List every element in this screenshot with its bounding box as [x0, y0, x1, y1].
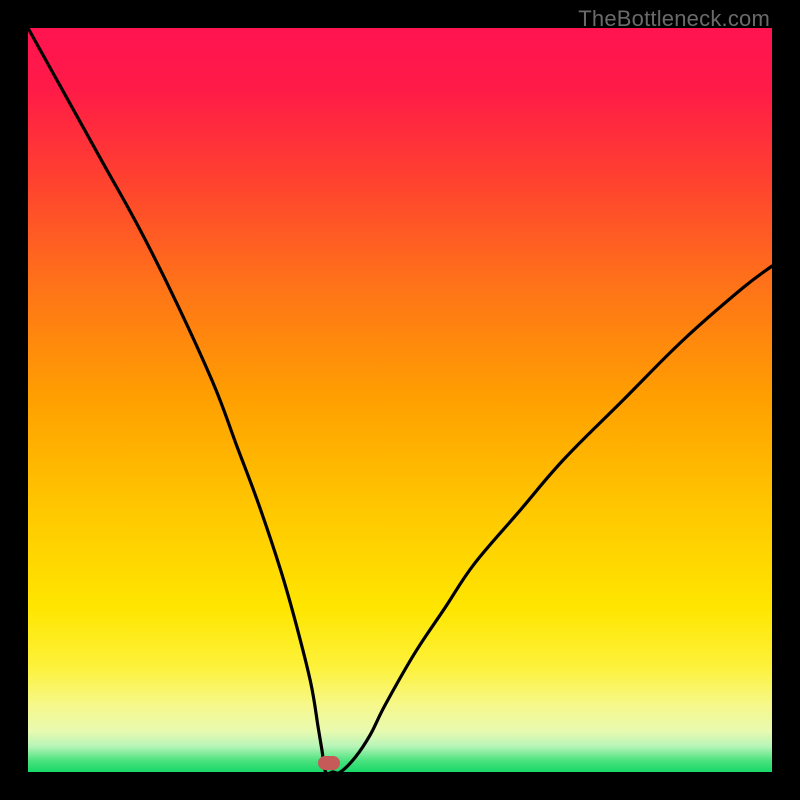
chart-frame: TheBottleneck.com [0, 0, 800, 800]
optimal-point-marker [318, 756, 340, 770]
watermark-text: TheBottleneck.com [578, 6, 770, 32]
bottleneck-curve [28, 28, 772, 772]
plot-area [28, 28, 772, 772]
